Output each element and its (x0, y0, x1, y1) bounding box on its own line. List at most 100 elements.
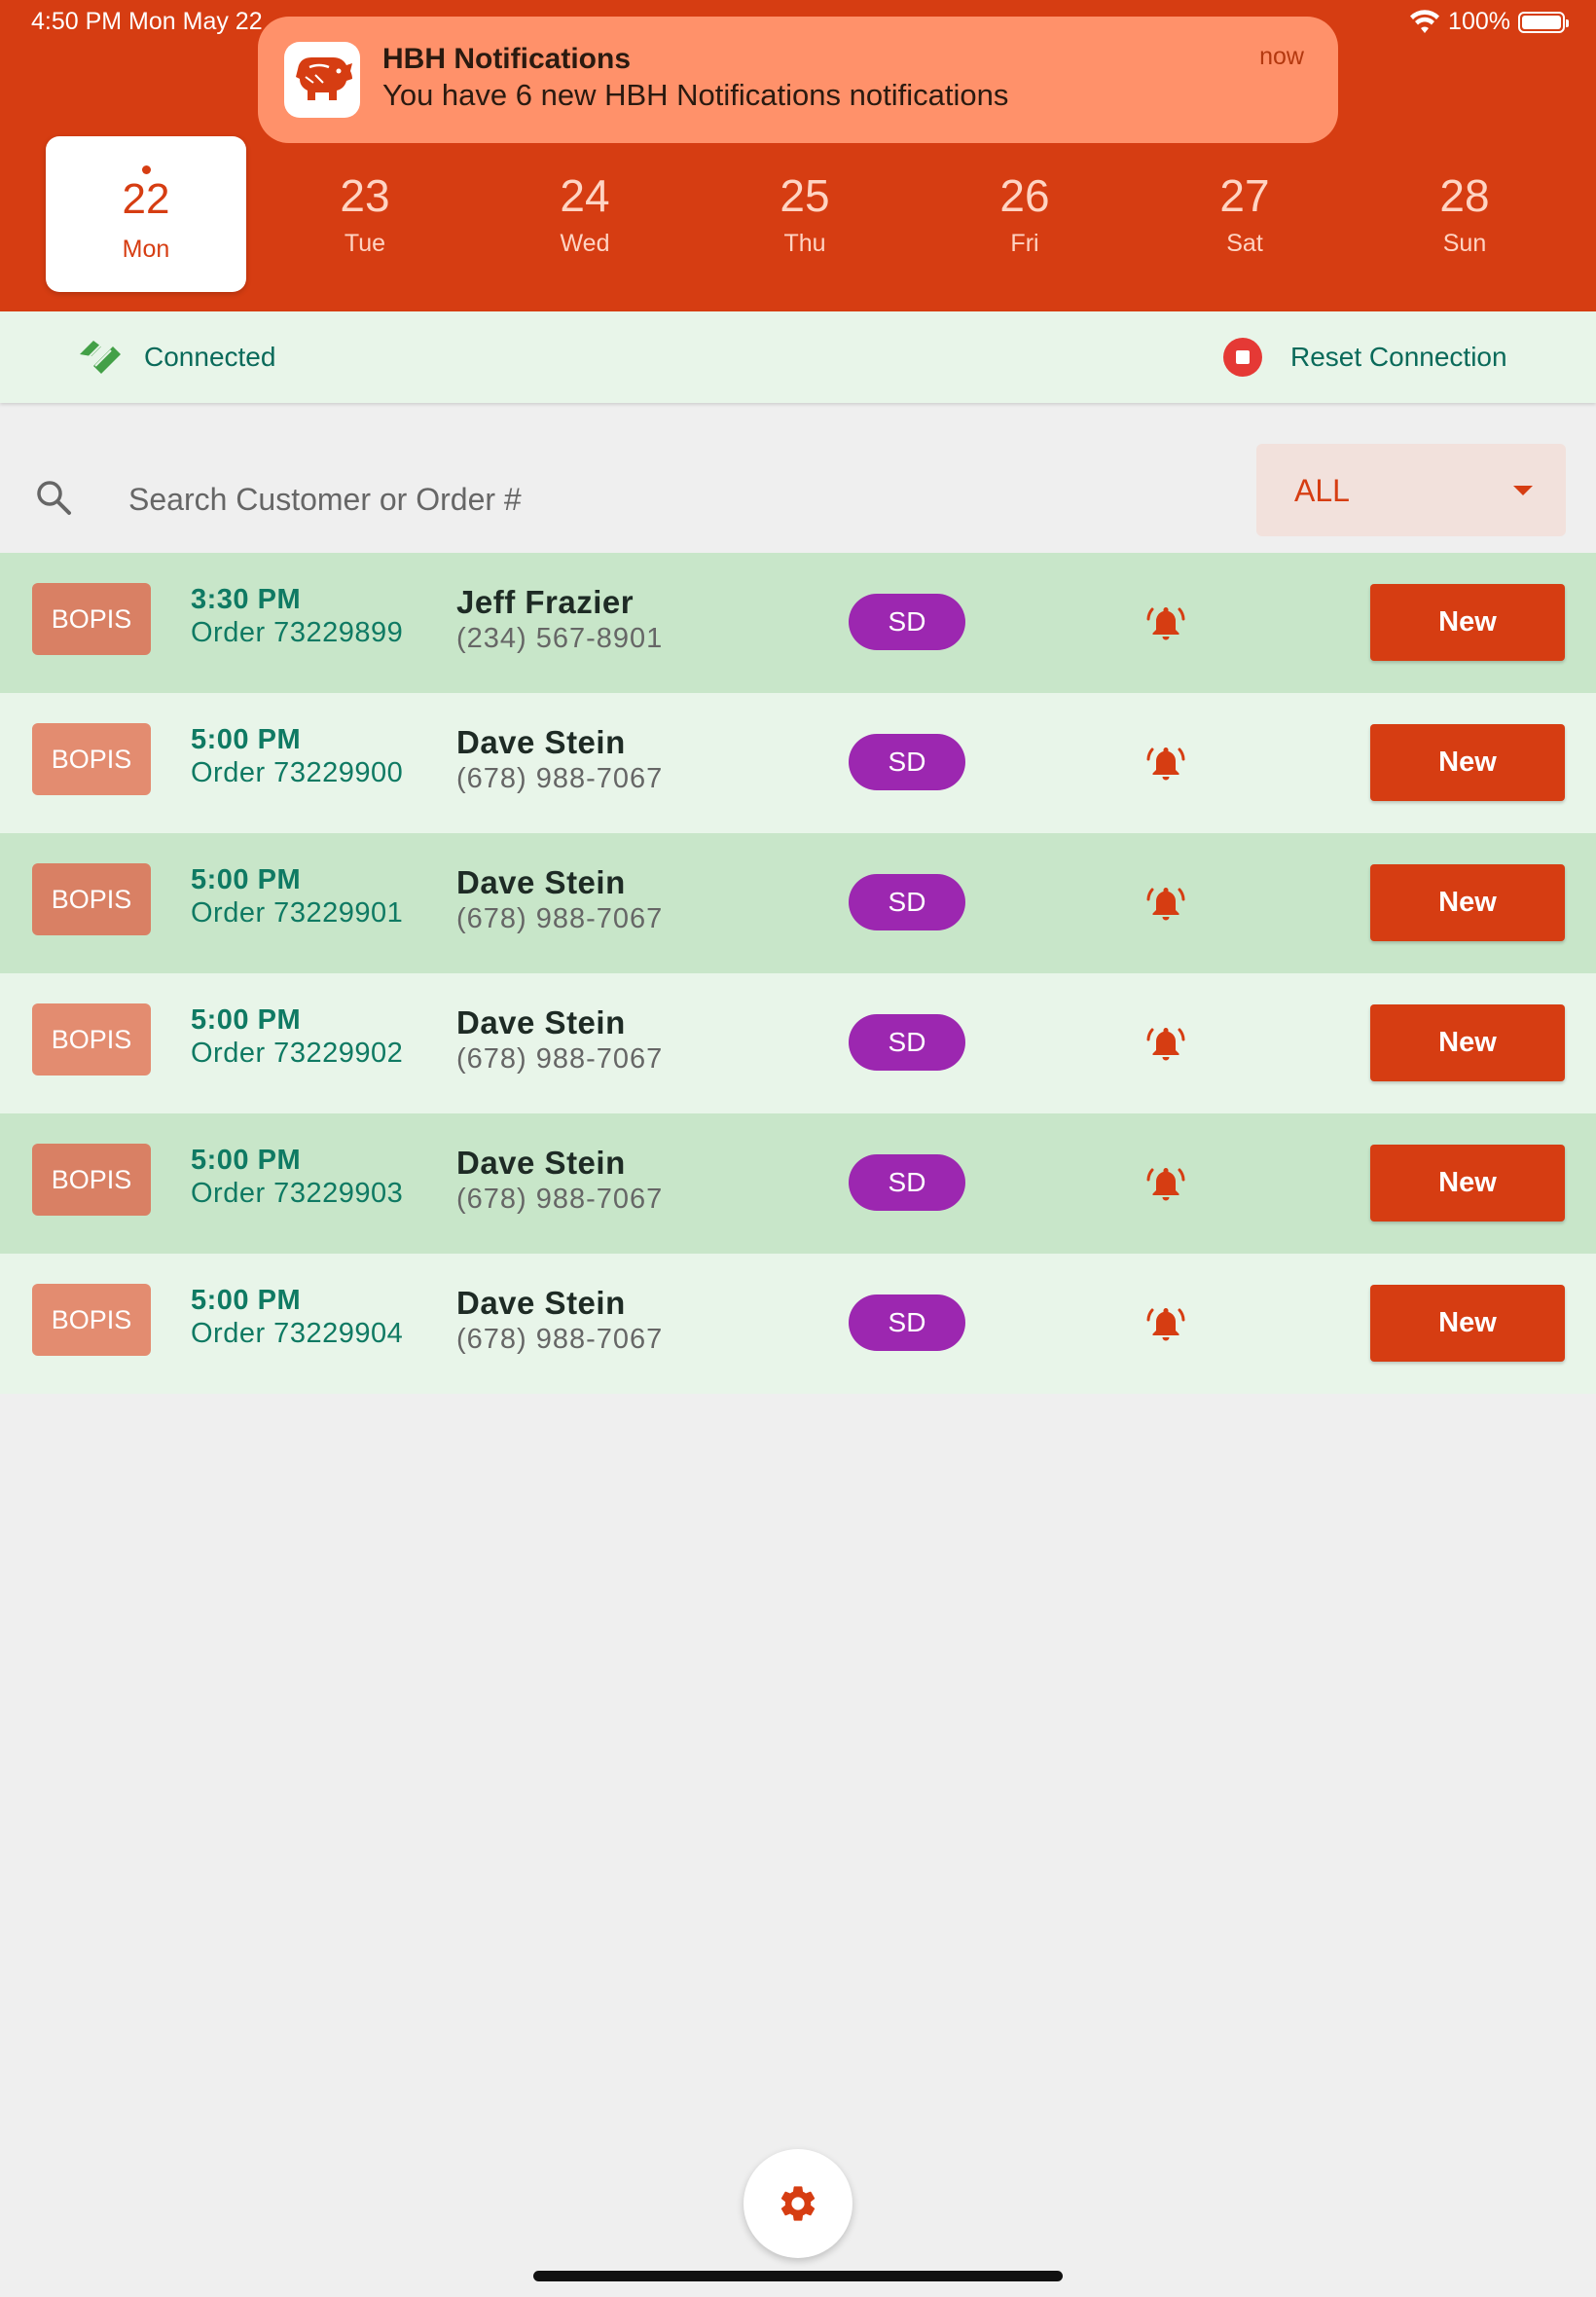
bell-ringing-icon[interactable] (1144, 882, 1187, 930)
customer-phone: (678) 988-7067 (456, 1184, 664, 1215)
notification-time: now (1259, 43, 1304, 70)
order-number: Order 73229904 (191, 1318, 404, 1349)
day-number: 22 (122, 175, 170, 223)
status-new-button[interactable]: New (1370, 864, 1565, 941)
order-number: Order 73229902 (191, 1038, 404, 1069)
day-number: 24 (560, 170, 610, 221)
bell-ringing-icon[interactable] (1144, 1162, 1187, 1210)
day-thu[interactable]: 25 Thu (705, 136, 905, 292)
day-number: 25 (780, 170, 830, 221)
status-new-button[interactable]: New (1370, 584, 1565, 661)
connection-status: Connected (144, 342, 276, 372)
customer-name: Dave Stein (456, 724, 626, 760)
day-number: 23 (340, 170, 390, 221)
bell-ringing-icon[interactable] (1144, 602, 1187, 649)
day-fri[interactable]: 26 Fri (925, 136, 1125, 292)
order-number: Order 73229900 (191, 757, 404, 788)
bell-ringing-icon[interactable] (1144, 742, 1187, 789)
bell-ringing-icon[interactable] (1144, 1302, 1187, 1350)
customer-phone: (678) 988-7067 (456, 763, 664, 794)
customer-phone: (678) 988-7067 (456, 1324, 664, 1355)
day-name: Thu (783, 230, 826, 257)
day-sun[interactable]: 28 Sun (1364, 136, 1565, 292)
filter-selected: ALL (1294, 473, 1350, 508)
order-row[interactable]: BOPIS 5:00 PM Order 73229903 Dave Stein (678… (0, 1113, 1596, 1254)
customer-phone: (234) 567-8901 (456, 623, 664, 654)
day-name: Mon (122, 236, 170, 263)
sd-badge: SD (849, 594, 965, 650)
battery-icon (1518, 11, 1569, 33)
header: 4:50 PM Mon May 22 100% 22 Mon 23 Tue 24 Wed 2… (0, 0, 1596, 311)
day-number: 27 (1219, 170, 1270, 221)
sd-badge: SD (849, 1294, 965, 1351)
sd-badge: SD (849, 1014, 965, 1071)
order-type-badge: BOPIS (32, 863, 151, 935)
bell-ringing-icon[interactable] (1144, 1022, 1187, 1070)
home-indicator[interactable] (533, 2271, 1063, 2281)
notification-banner[interactable]: HBH Notifications You have 6 new HBH Not… (258, 17, 1338, 143)
day-number: 26 (999, 170, 1050, 221)
settings-button[interactable] (744, 2149, 852, 2258)
order-number: Order 73229901 (191, 897, 404, 929)
order-type-badge: BOPIS (32, 583, 151, 655)
chevron-down-icon (1513, 486, 1533, 495)
order-type-badge: BOPIS (32, 1144, 151, 1216)
battery-fill (1522, 15, 1561, 29)
today-dot (142, 165, 151, 174)
order-type-badge: BOPIS (32, 1284, 151, 1356)
status-right: 100% (1409, 8, 1569, 36)
order-row[interactable]: BOPIS 5:00 PM Order 73229900 Dave Stein (678… (0, 693, 1596, 833)
status-new-button[interactable]: New (1370, 1004, 1565, 1081)
customer-name: Dave Stein (456, 1285, 626, 1321)
battery-tip (1566, 18, 1569, 27)
sd-badge: SD (849, 734, 965, 790)
search-input[interactable] (127, 471, 1201, 528)
search-icon (37, 481, 71, 515)
notification-body: You have 6 new HBH Notifications notific… (382, 78, 1009, 112)
status-new-button[interactable]: New (1370, 1285, 1565, 1362)
connection-bar: Connected Reset Connection (0, 311, 1596, 403)
pickup-time: 5:00 PM (191, 1145, 302, 1176)
order-row[interactable]: BOPIS 5:00 PM Order 73229901 Dave Stein (678… (0, 833, 1596, 973)
order-type-badge: BOPIS (32, 1003, 151, 1076)
gear-icon (780, 2186, 816, 2221)
order-type-badge: BOPIS (32, 723, 151, 795)
notification-title: HBH Notifications (382, 43, 631, 75)
order-row[interactable]: BOPIS 5:00 PM Order 73229904 Dave Stein (678… (0, 1254, 1596, 1394)
reset-connection-button[interactable]: Reset Connection (1290, 342, 1507, 373)
day-sat[interactable]: 27 Sat (1144, 136, 1345, 292)
pickup-time: 5:00 PM (191, 864, 302, 895)
day-name: Tue (344, 230, 386, 257)
pickup-time: 5:00 PM (191, 1004, 302, 1036)
order-number: Order 73229899 (191, 617, 404, 648)
order-row[interactable]: BOPIS 3:30 PM Order 73229899 Jeff Frazier (2… (0, 553, 1596, 693)
date-strip: 22 Mon 23 Tue 24 Wed 25 Thu 26 Fri 27 Sat 28 Sun (0, 136, 1596, 292)
day-wed[interactable]: 24 Wed (485, 136, 685, 292)
customer-phone: (678) 988-7067 (456, 903, 664, 934)
stop-icon[interactable] (1223, 338, 1262, 377)
day-number: 28 (1439, 170, 1490, 221)
status-new-button[interactable]: New (1370, 1145, 1565, 1221)
sd-badge: SD (849, 874, 965, 930)
order-number: Order 73229903 (191, 1178, 404, 1209)
customer-phone: (678) 988-7067 (456, 1043, 664, 1075)
sd-badge: SD (849, 1154, 965, 1211)
filter-dropdown[interactable]: ALL (1256, 444, 1566, 536)
customer-name: Jeff Frazier (456, 584, 635, 620)
pickup-time: 5:00 PM (191, 724, 302, 755)
status-time: 4:50 PM Mon May 22 (31, 8, 263, 35)
battery-percent: 100% (1448, 8, 1510, 35)
day-name: Sun (1442, 230, 1487, 257)
day-name: Fri (1010, 230, 1039, 257)
pickup-time: 3:30 PM (191, 584, 302, 615)
day-tue[interactable]: 23 Tue (265, 136, 465, 292)
status-new-button[interactable]: New (1370, 724, 1565, 801)
pickup-time: 5:00 PM (191, 1285, 302, 1316)
order-row[interactable]: BOPIS 5:00 PM Order 73229902 Dave Stein (678… (0, 973, 1596, 1113)
order-list: BOPIS 3:30 PM Order 73229899 Jeff Frazier (2… (0, 553, 1596, 1394)
handshake-icon (80, 341, 121, 374)
customer-name: Dave Stein (456, 864, 626, 900)
day-mon[interactable]: 22 Mon (46, 136, 246, 292)
customer-name: Dave Stein (456, 1004, 626, 1040)
day-name: Wed (560, 230, 610, 257)
